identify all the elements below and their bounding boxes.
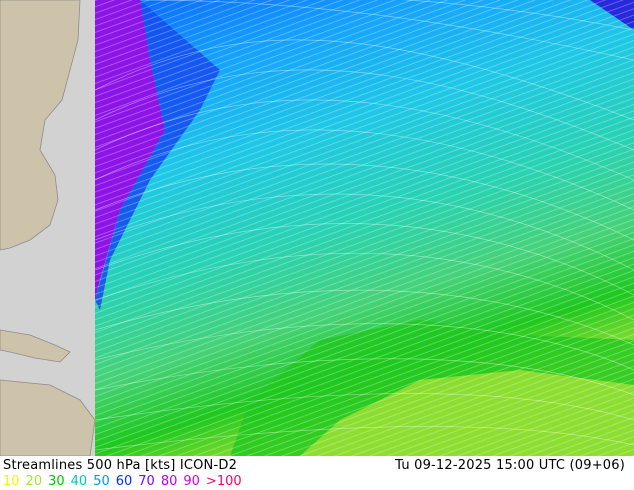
legend-item: 10 <box>3 474 20 489</box>
wind-field <box>95 0 634 456</box>
speed-legend: 10 20 30 40 50 60 70 80 90 >100 <box>3 474 248 489</box>
legend-item: 60 <box>115 474 133 489</box>
map-footer: Streamlines 500 hPa [kts] ICON-D2 Tu 09-… <box>0 456 634 490</box>
legend-item: 30 <box>48 474 65 489</box>
map-title: Streamlines 500 hPa [kts] ICON-D2 <box>3 458 238 473</box>
legend-item: 70 <box>138 474 155 489</box>
legend-item: 80 <box>160 474 178 489</box>
streamline-map <box>0 0 634 456</box>
map-datetime: Tu 09-12-2025 15:00 UTC (09+06) <box>395 458 625 473</box>
legend-item: 50 <box>93 474 110 489</box>
legend-item: 40 <box>70 474 88 489</box>
legend-item: >100 <box>205 474 242 489</box>
legend-item: 90 <box>183 474 200 489</box>
legend-item: 20 <box>25 474 43 489</box>
